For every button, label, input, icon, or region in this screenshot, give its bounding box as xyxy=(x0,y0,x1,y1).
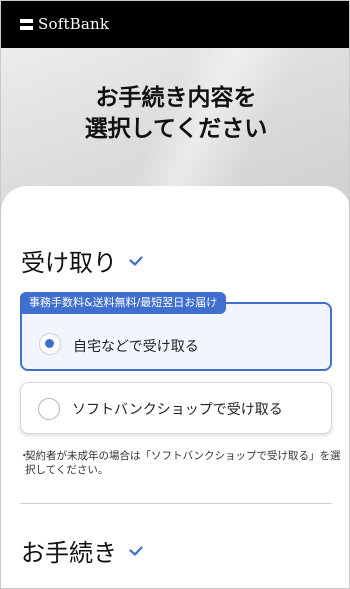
note-text: 契約者が未成年の場合は「ソフトバンクショップで受け取る」を選択してください。 xyxy=(25,450,341,476)
procedure-section-title: お手続き xyxy=(21,539,117,567)
note-bullet: ・ xyxy=(19,450,30,462)
page-title: お手続き内容を 選択してください xyxy=(84,85,268,142)
radio-selected-icon[interactable] xyxy=(39,333,61,355)
page-frame: SoftBank お手続き内容を 選択してください 受け取り 自宅などで受け取る… xyxy=(0,0,350,589)
procedure-section-heading: お手続き xyxy=(21,533,143,568)
option-shop-pickup[interactable]: ソフトバンクショップで受け取る xyxy=(20,382,332,434)
receive-section-title: 受け取り xyxy=(21,249,117,277)
option-label: 自宅などで受け取る xyxy=(73,339,199,355)
option-label: ソフトバンクショップで受け取る xyxy=(72,402,283,418)
section-divider xyxy=(20,503,332,504)
radio-unselected-icon[interactable] xyxy=(38,398,60,420)
receive-section-heading: 受け取り xyxy=(21,243,143,278)
free-shipping-badge: 事務手数料&送料無料/最短翌日お届け xyxy=(20,292,227,314)
check-icon xyxy=(129,545,143,556)
minor-contract-note: ・ 契約者が未成年の場合は「ソフトバンクショップで受け取る」を選択してください。 xyxy=(19,449,343,477)
check-icon xyxy=(129,255,143,266)
logo-text: SoftBank xyxy=(38,15,110,33)
header-bar: SoftBank xyxy=(1,1,349,48)
softbank-logo[interactable]: SoftBank xyxy=(20,14,109,34)
logo-mark-icon xyxy=(20,18,33,30)
